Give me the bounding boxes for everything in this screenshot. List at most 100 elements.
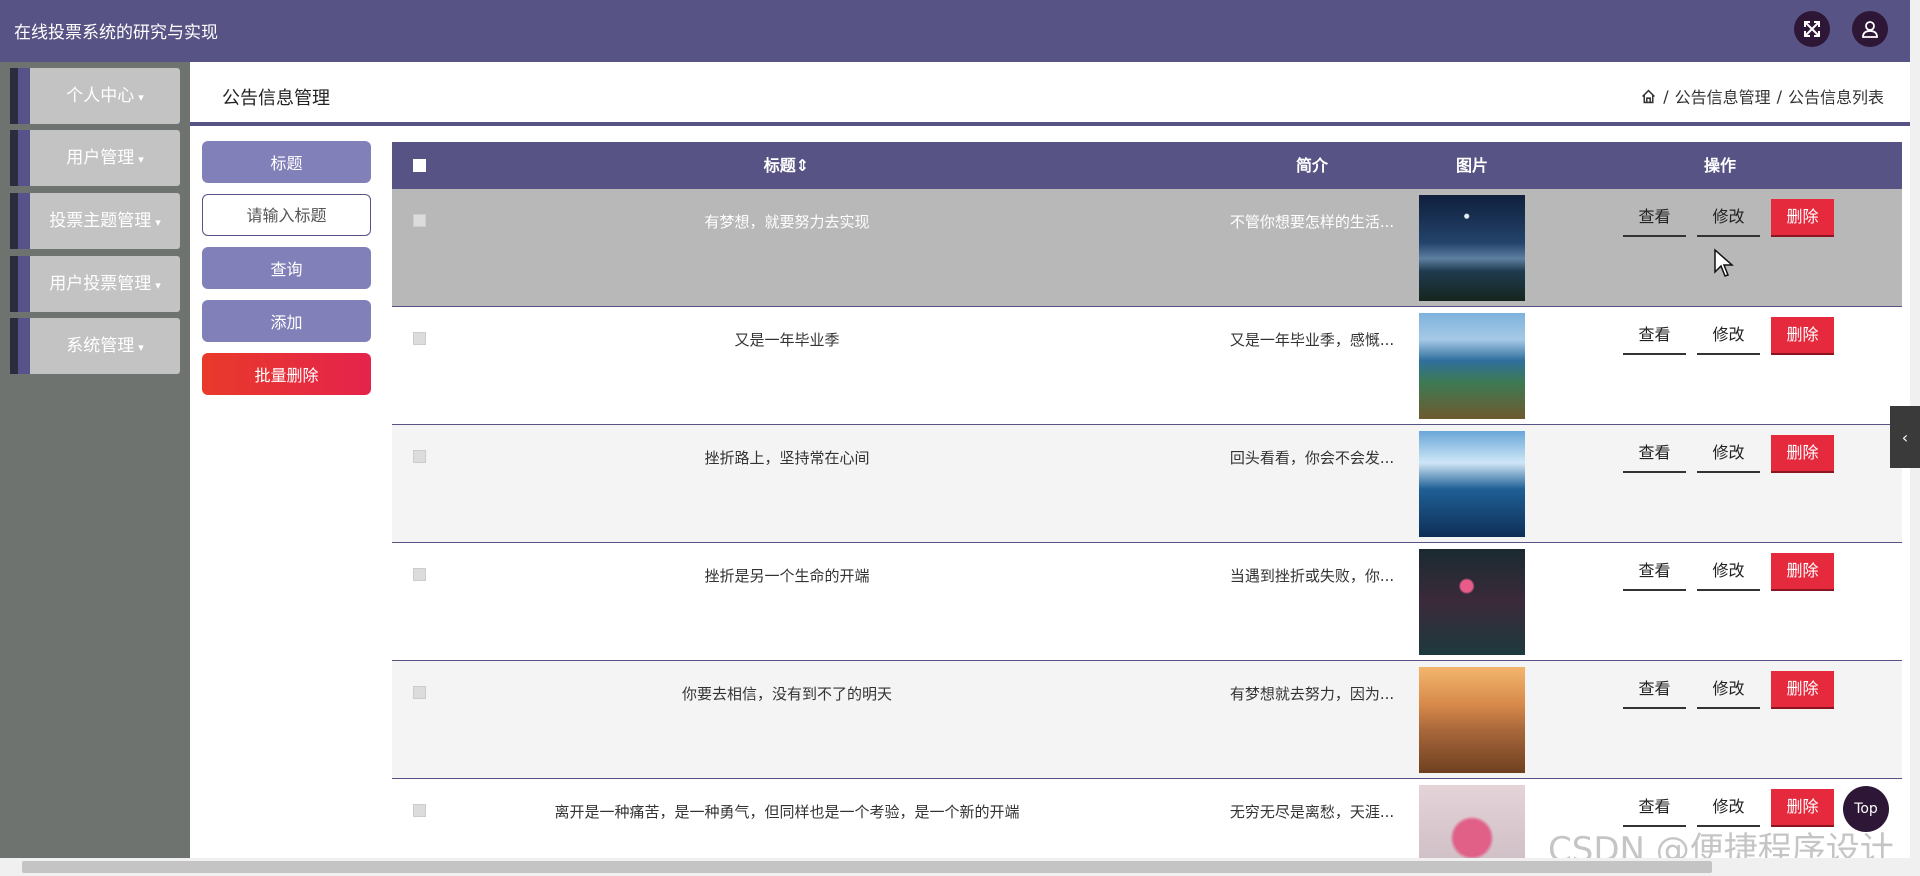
back-to-top-button[interactable]: Top [1843,786,1889,832]
menu-accent-bar [10,68,18,124]
edit-button[interactable]: 修改 [1697,199,1760,237]
row-checkbox[interactable] [413,686,426,699]
edit-button[interactable]: 修改 [1697,435,1760,473]
row-title: 有梦想，就要努力去实现 [704,213,870,231]
sidebar-item-vote-topic-management[interactable]: 投票主题管理 ▾ [10,193,180,249]
sidebar-item-personal-center[interactable]: 个人中心 ▾ [10,68,180,124]
row-summary: 有梦想就去努力，因为... [1229,685,1395,703]
menu-accent-bar [10,193,18,249]
caret-down-icon: ▾ [155,279,161,292]
menu-accent-bar [18,130,30,186]
horizontal-scrollbar[interactable] [0,858,1920,876]
edit-button[interactable]: 修改 [1697,553,1760,591]
menu-accent-bar [18,68,30,124]
row-checkbox[interactable] [413,332,426,345]
announcement-table: 标题⇕ 简介 图片 操作 有梦想，就要努力去实现 不管你想要怎样的生活... 查看修… [392,142,1902,862]
edit-button[interactable]: 修改 [1697,317,1760,355]
table-row[interactable]: 又是一年毕业季 又是一年毕业季，感慨... 查看 修改 删除 [392,307,1902,425]
delete-button[interactable]: 删除 [1771,553,1834,591]
column-header-image: 图片 [1455,156,1488,175]
column-header-title-label: 标题 [763,156,796,175]
caret-down-icon: ▾ [155,216,161,229]
breadcrumb-level1[interactable]: 公告信息管理 [1675,84,1771,108]
table-row[interactable]: 有梦想，就要努力去实现 不管你想要怎样的生活... 查看 修改 删除 [392,189,1902,307]
sidebar-item-label: 用户投票管理 [49,274,152,294]
table-row[interactable]: 挫折是另一个生命的开端 当遇到挫折或失败，你... 查看 修改 删除 [392,543,1902,661]
menu-accent-bar [10,318,18,374]
row-summary: 当遇到挫折或失败，你... [1229,567,1395,585]
row-thumbnail[interactable] [1419,785,1525,862]
row-title: 你要去相信，没有到不了的明天 [681,685,892,703]
view-button[interactable]: 查看 [1623,435,1686,473]
mouse-cursor-icon [1714,248,1734,277]
sidebar-item-system-management[interactable]: 系统管理 ▾ [10,318,180,374]
row-thumbnail[interactable] [1419,195,1525,301]
sort-icon[interactable]: ⇕ [796,156,809,175]
page-header: 公告信息管理 / 公告信息管理 / 公告信息列表 [190,62,1910,126]
table-row[interactable]: 挫折路上，坚持常在心间 回头看看，你会不会发... 查看 修改 删除 [392,425,1902,543]
view-button[interactable]: 查看 [1623,317,1686,355]
row-thumbnail[interactable] [1419,431,1525,537]
table-row[interactable]: 你要去相信，没有到不了的明天 有梦想就去努力，因为... 查看 修改 删除 [392,661,1902,779]
menu-accent-bar [18,256,30,312]
sidebar-item-user-vote-management[interactable]: 用户投票管理 ▾ [10,256,180,312]
title-filter-label: 标题 [202,141,371,183]
row-checkbox[interactable] [413,450,426,463]
row-checkbox[interactable] [413,804,426,817]
caret-down-icon: ▾ [138,153,144,166]
user-icon [1862,21,1878,38]
row-thumbnail[interactable] [1419,313,1525,419]
sidebar-item-label: 投票主题管理 [49,211,152,231]
fullscreen-button[interactable] [1794,11,1830,47]
expand-arrows-icon [1804,21,1820,37]
row-title: 又是一年毕业季 [734,331,840,349]
delete-button[interactable]: 删除 [1771,199,1834,237]
edit-button[interactable]: 修改 [1697,671,1760,709]
sidebar-item-user-management[interactable]: 用户管理 ▾ [10,130,180,186]
delete-button[interactable]: 删除 [1771,317,1834,355]
menu-accent-bar [10,256,18,312]
caret-down-icon: ▾ [138,91,144,104]
view-button[interactable]: 查看 [1623,199,1686,237]
column-header-title[interactable]: 标题⇕ [742,142,831,189]
sidebar: 个人中心 ▾ 用户管理 ▾ 投票主题管理 ▾ 用户投票管理 ▾ 系统管理 ▾ [0,62,190,876]
user-button[interactable] [1852,11,1888,47]
row-summary: 不管你想要怎样的生活... [1229,213,1395,231]
column-header-actions: 操作 [1703,156,1736,175]
breadcrumb-separator: / [1663,86,1669,106]
sidebar-item-label: 个人中心 [66,86,135,106]
sidebar-item-label: 用户管理 [66,148,135,168]
home-icon[interactable] [1640,88,1657,105]
row-thumbnail[interactable] [1419,667,1525,773]
scrollbar-thumb[interactable] [22,861,1712,873]
caret-down-icon: ▾ [138,341,144,354]
side-panel-toggle[interactable]: ‹ [1890,406,1920,468]
row-checkbox[interactable] [413,568,426,581]
row-checkbox[interactable] [413,214,426,227]
column-header-summary: 简介 [1295,156,1328,175]
table-header: 标题⇕ 简介 图片 操作 [392,142,1902,189]
view-button[interactable]: 查看 [1623,671,1686,709]
row-title: 挫折是另一个生命的开端 [704,567,870,585]
view-button[interactable]: 查看 [1623,553,1686,591]
query-button[interactable]: 查询 [202,247,371,289]
breadcrumb-separator: / [1776,86,1782,106]
row-title: 离开是一种痛苦，是一种勇气，但同样也是一个考验，是一个新的开端 [554,803,1020,821]
breadcrumb: / 公告信息管理 / 公告信息列表 [1640,84,1884,108]
breadcrumb-level2: 公告信息列表 [1787,88,1884,107]
row-thumbnail[interactable] [1419,549,1525,655]
chevron-left-icon: ‹ [1901,427,1909,447]
delete-button[interactable]: 删除 [1771,435,1834,473]
batch-delete-button[interactable]: 批量删除 [202,353,371,395]
row-title: 挫折路上，坚持常在心间 [704,449,870,467]
app-title: 在线投票系统的研究与实现 [14,23,218,43]
delete-button[interactable]: 删除 [1771,671,1834,709]
menu-accent-bar [18,318,30,374]
menu-accent-bar [10,130,18,186]
add-button[interactable]: 添加 [202,300,371,342]
row-summary: 无穷无尽是离愁，天涯... [1229,803,1395,821]
select-all-checkbox[interactable] [413,159,426,172]
row-summary: 又是一年毕业季，感慨... [1229,331,1395,349]
row-summary: 回头看看，你会不会发... [1229,449,1395,467]
title-search-input[interactable] [202,194,371,236]
